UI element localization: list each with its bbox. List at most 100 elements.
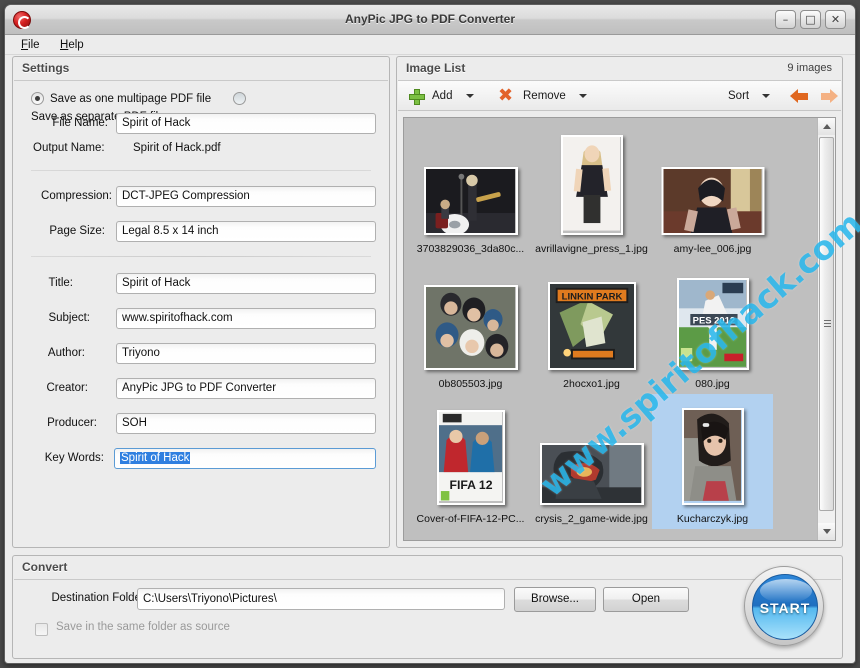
thumbnail-image	[661, 167, 764, 235]
start-button[interactable]: START	[744, 566, 824, 646]
title-row: Title: Spirit of Hack	[13, 273, 389, 295]
browse-button[interactable]: Browse...	[514, 587, 596, 612]
convert-panel: Convert Destination Folder: C:\Users\Tri…	[12, 555, 843, 659]
thumbnail-image-wrap: FIFA 12	[410, 400, 531, 505]
image-list-panel: Image List 9 images Add ✖ Remove Sort 37…	[396, 56, 843, 548]
scroll-down-icon[interactable]	[818, 523, 835, 540]
page-size-select[interactable]: Legal 8.5 x 14 inch	[116, 221, 376, 242]
sort-dropdown-caret-icon[interactable]	[762, 94, 770, 98]
list-item[interactable]: LINKIN PARK 2hocxo1.jpg	[531, 259, 652, 394]
thumbnail-label: avrillavigne_press_1.jpg	[535, 243, 648, 255]
page-size-row: Page Size: Legal 8.5 x 14 inch	[13, 221, 389, 243]
menu-bar: File Help	[5, 35, 855, 55]
output-name-value: Spirit of Hack.pdf	[133, 142, 221, 154]
maximize-icon: □	[805, 13, 816, 26]
settings-panel: Settings Save as one multipage PDF file S…	[12, 56, 390, 548]
author-label: Author:	[47, 347, 85, 359]
creator-row: Creator: AnyPic JPG to PDF Converter	[13, 378, 389, 400]
list-item[interactable]: 0b805503.jpg	[410, 259, 531, 394]
creator-label: Creator:	[46, 382, 88, 394]
menu-help[interactable]: Help	[52, 37, 92, 51]
thumbnail-image	[423, 285, 518, 370]
destination-folder-input[interactable]: C:\Users\Triyono\Pictures\	[137, 588, 505, 610]
producer-input[interactable]: SOH	[116, 413, 376, 434]
arrow-right-icon[interactable]	[820, 89, 838, 104]
maximize-button[interactable]: □	[800, 10, 821, 29]
convert-title: Convert	[22, 560, 68, 574]
remove-dropdown-caret-icon[interactable]	[579, 94, 587, 98]
thumbnail-image-wrap	[410, 130, 531, 235]
file-name-row: File Name: Spirit of Hack	[13, 113, 389, 135]
menu-file-rest: ile	[28, 39, 40, 51]
output-name-label: Output Name:	[33, 142, 105, 154]
application-window: AnyPic JPG to PDF Converter – □ ✕ File H…	[4, 4, 856, 664]
keywords-input[interactable]: Spirit of Hack	[114, 448, 376, 469]
start-button-label: START	[759, 600, 811, 616]
thumbnail-label: crysis_2_game-wide.jpg	[535, 513, 648, 525]
thumbnail-label: Cover-of-FIFA-12-PC...	[416, 513, 525, 525]
list-item[interactable]: avrillavigne_press_1.jpg	[531, 124, 652, 259]
compression-row: Compression: DCT-JPEG Compression	[13, 186, 389, 208]
creator-input[interactable]: AnyPic JPG to PDF Converter	[116, 378, 376, 399]
thumbnail-label: 0b805503.jpg	[438, 378, 503, 390]
thumbnail-label: 2hocxo1.jpg	[563, 378, 620, 390]
svg-text:LINKIN PARK: LINKIN PARK	[561, 291, 622, 302]
add-button[interactable]: Add	[430, 84, 454, 108]
subject-label: Subject:	[48, 312, 90, 324]
radio-multipage-label[interactable]: Save as one multipage PDF file	[50, 93, 211, 105]
thumbnail-image-wrap	[531, 130, 652, 235]
keywords-selected-text: Spirit of Hack	[120, 452, 191, 464]
thumbnail-image	[423, 167, 518, 235]
minimize-button[interactable]: –	[775, 10, 796, 29]
remove-button[interactable]: Remove	[521, 84, 568, 108]
radio-multipage[interactable]	[31, 92, 44, 106]
svg-text:PES 2012: PES 2012	[692, 315, 735, 326]
image-list-toolbar: Add ✖ Remove Sort	[398, 81, 841, 111]
close-button[interactable]: ✕	[825, 10, 846, 29]
scroll-up-icon[interactable]	[818, 118, 835, 135]
close-icon: ✕	[830, 13, 841, 26]
plus-icon	[409, 89, 425, 105]
list-item[interactable]: FIFA 12 Cover-of-FIFA-12-PC...	[410, 394, 531, 529]
thumbnail-image-wrap: PES 2012	[652, 265, 773, 370]
author-row: Author: Triyono	[13, 343, 389, 365]
menu-file[interactable]: File	[13, 37, 48, 51]
destination-folder-label: Destination Folder:	[51, 592, 148, 604]
thumbnail-image-wrap	[652, 130, 773, 235]
list-item[interactable]: PES 2012 080.jpg	[652, 259, 773, 394]
thumbnail-scrollbar[interactable]	[817, 118, 835, 540]
thumbnail-image: PES 2012	[676, 278, 749, 370]
arrow-left-icon[interactable]	[790, 89, 808, 104]
file-name-label: File Name:	[52, 117, 108, 129]
list-item[interactable]: Kucharczyk.jpg	[652, 394, 773, 529]
title-input[interactable]: Spirit of Hack	[116, 273, 376, 294]
thumbnail-image-wrap	[531, 400, 652, 505]
list-item[interactable]: crysis_2_game-wide.jpg	[531, 394, 652, 529]
svg-text:FIFA 12: FIFA 12	[449, 478, 492, 492]
file-name-input[interactable]: Spirit of Hack	[116, 113, 376, 134]
start-button-inner: START	[752, 574, 818, 640]
same-folder-checkbox[interactable]	[35, 623, 48, 636]
image-list-title: Image List	[406, 61, 466, 75]
subject-input[interactable]: www.spiritofhack.com	[116, 308, 376, 329]
scrollbar-thumb[interactable]	[819, 137, 834, 511]
radio-separate[interactable]	[233, 92, 247, 106]
thumbnail-image-wrap: LINKIN PARK	[531, 265, 652, 370]
menu-help-rest: elp	[68, 39, 84, 51]
list-item[interactable]: 3703829036_3da80c...	[410, 124, 531, 259]
open-button[interactable]: Open	[603, 587, 689, 612]
settings-rule-2	[31, 256, 371, 257]
output-name-row: Output Name: Spirit of Hack.pdf	[13, 138, 389, 160]
add-dropdown-caret-icon[interactable]	[466, 94, 474, 98]
author-input[interactable]: Triyono	[116, 343, 376, 364]
sort-button[interactable]: Sort	[726, 84, 751, 108]
compression-select[interactable]: DCT-JPEG Compression	[116, 186, 376, 207]
producer-row: Producer: SOH	[13, 413, 389, 435]
thumbnail-image	[539, 443, 644, 505]
title-bar: AnyPic JPG to PDF Converter – □ ✕	[5, 5, 855, 35]
thumbnail-label: 080.jpg	[695, 378, 730, 390]
settings-divider	[14, 80, 388, 81]
thumbnail-grid: 3703829036_3da80c... avrillavigne_press_…	[404, 118, 817, 540]
window-title: AnyPic JPG to PDF Converter	[344, 12, 516, 26]
list-item[interactable]: amy-lee_006.jpg	[652, 124, 773, 259]
